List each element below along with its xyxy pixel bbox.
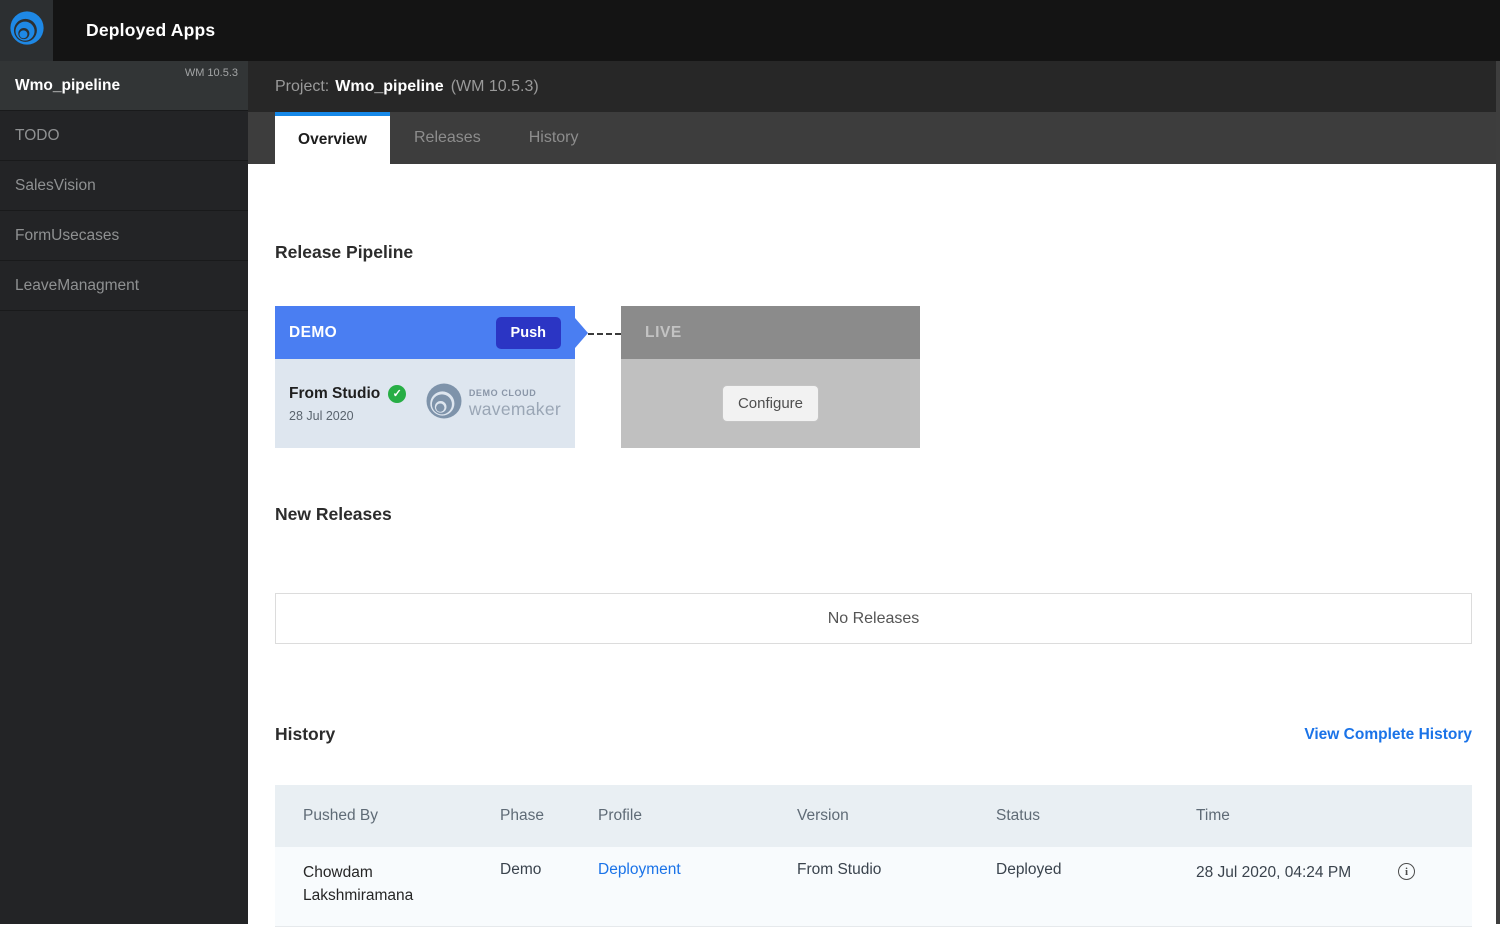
tab-releases[interactable]: Releases bbox=[390, 112, 505, 164]
sidebar-item-label: TODO bbox=[15, 127, 60, 145]
top-bar: Deployed Apps bbox=[0, 0, 1500, 61]
demo-source-label: From Studio bbox=[289, 385, 380, 403]
sidebar-item-label: SalesVision bbox=[15, 177, 96, 195]
sidebar-item-label: FormUsecases bbox=[15, 227, 119, 245]
cell-version: From Studio bbox=[797, 861, 996, 879]
sidebar-item-version: WM 10.5.3 bbox=[185, 67, 238, 79]
sidebar-item-todo[interactable]: TODO bbox=[0, 111, 248, 161]
column-header-version: Version bbox=[797, 807, 996, 825]
sidebar-item-label: Wmo_pipeline bbox=[15, 77, 120, 95]
history-heading-row: History View Complete History bbox=[275, 724, 1472, 745]
view-complete-history-link[interactable]: View Complete History bbox=[1304, 726, 1472, 744]
column-header-pushed-by: Pushed By bbox=[275, 807, 500, 825]
project-version: (WM 10.5.3) bbox=[451, 78, 539, 96]
live-stage-header: LIVE bbox=[621, 306, 920, 359]
sidebar-item-leavemanagment[interactable]: LeaveManagment bbox=[0, 261, 248, 311]
release-pipeline-heading: Release Pipeline bbox=[275, 164, 1472, 263]
wavemaker-wordmark: wavemaker bbox=[469, 399, 561, 420]
cell-pushed-by: Chowdam Lakshmiramana bbox=[275, 861, 455, 908]
wavemaker-logo-tile[interactable] bbox=[0, 0, 53, 61]
tab-overview[interactable]: Overview bbox=[275, 112, 390, 164]
cell-status: Deployed bbox=[996, 861, 1196, 879]
sidebar-item-formusecases[interactable]: FormUsecases bbox=[0, 211, 248, 261]
push-button[interactable]: Push bbox=[496, 317, 561, 349]
history-heading: History bbox=[275, 724, 335, 745]
tab-bar: Overview Releases History bbox=[248, 112, 1500, 164]
column-header-time: Time bbox=[1196, 807, 1396, 825]
history-table-header: Pushed By Phase Profile Version Status T… bbox=[275, 785, 1472, 847]
demo-stage-header: DEMO Push bbox=[275, 306, 575, 359]
project-prefix: Project: bbox=[275, 78, 329, 96]
no-releases-text: No Releases bbox=[828, 610, 920, 628]
page-scrollbar[interactable] bbox=[1496, 61, 1500, 924]
no-releases-box: No Releases bbox=[275, 593, 1472, 644]
pipeline-row: DEMO Push From Studio ✓ 28 Jul 2020 bbox=[275, 306, 1472, 448]
wavemaker-wave-icon bbox=[424, 381, 464, 426]
live-stage-card: LIVE Configure bbox=[621, 306, 920, 448]
configure-button[interactable]: Configure bbox=[722, 385, 819, 422]
live-stage-title: LIVE bbox=[645, 324, 682, 342]
cell-phase: Demo bbox=[500, 861, 598, 879]
sidebar-item-label: LeaveManagment bbox=[15, 277, 139, 295]
new-releases-heading: New Releases bbox=[275, 504, 1472, 525]
column-header-status: Status bbox=[996, 807, 1196, 825]
sidebar-item-wmo-pipeline[interactable]: WM 10.5.3 Wmo_pipeline bbox=[0, 61, 248, 111]
success-check-icon: ✓ bbox=[388, 385, 406, 403]
history-table: Pushed By Phase Profile Version Status T… bbox=[275, 785, 1472, 927]
sidebar-item-salesvision[interactable]: SalesVision bbox=[0, 161, 248, 211]
app-title: Deployed Apps bbox=[86, 20, 215, 41]
demo-push-date: 28 Jul 2020 bbox=[289, 409, 406, 423]
info-icon[interactable]: i bbox=[1398, 863, 1415, 880]
demo-cloud-logo: DEMO CLOUD wavemaker bbox=[424, 381, 561, 426]
project-name: Wmo_pipeline bbox=[335, 78, 443, 96]
main-area: Project: Wmo_pipeline (WM 10.5.3) Overvi… bbox=[248, 61, 1500, 927]
project-sidebar: WM 10.5.3 Wmo_pipeline TODO SalesVision … bbox=[0, 61, 248, 924]
column-header-profile: Profile bbox=[598, 807, 797, 825]
cell-time: 28 Jul 2020, 04:24 PM bbox=[1196, 861, 1356, 884]
column-header-phase: Phase bbox=[500, 807, 598, 825]
pipeline-connector-line bbox=[588, 333, 621, 335]
overview-content: Release Pipeline DEMO Push From Studio ✓… bbox=[248, 164, 1500, 927]
tab-history[interactable]: History bbox=[505, 112, 603, 164]
demo-deploy-info: From Studio ✓ 28 Jul 2020 bbox=[289, 385, 406, 423]
demo-stage-card: DEMO Push From Studio ✓ 28 Jul 2020 bbox=[275, 306, 575, 448]
history-table-row: Chowdam Lakshmiramana Demo Deployment Fr… bbox=[275, 847, 1472, 927]
wavemaker-wave-icon bbox=[8, 9, 46, 52]
demo-cloud-label: DEMO CLOUD bbox=[469, 388, 561, 398]
cell-profile-link[interactable]: Deployment bbox=[598, 861, 797, 879]
demo-stage-body: From Studio ✓ 28 Jul 2020 bbox=[275, 359, 575, 448]
demo-stage-title: DEMO bbox=[289, 324, 337, 342]
project-header: Project: Wmo_pipeline (WM 10.5.3) bbox=[248, 61, 1500, 112]
live-stage-body: Configure bbox=[621, 359, 920, 448]
